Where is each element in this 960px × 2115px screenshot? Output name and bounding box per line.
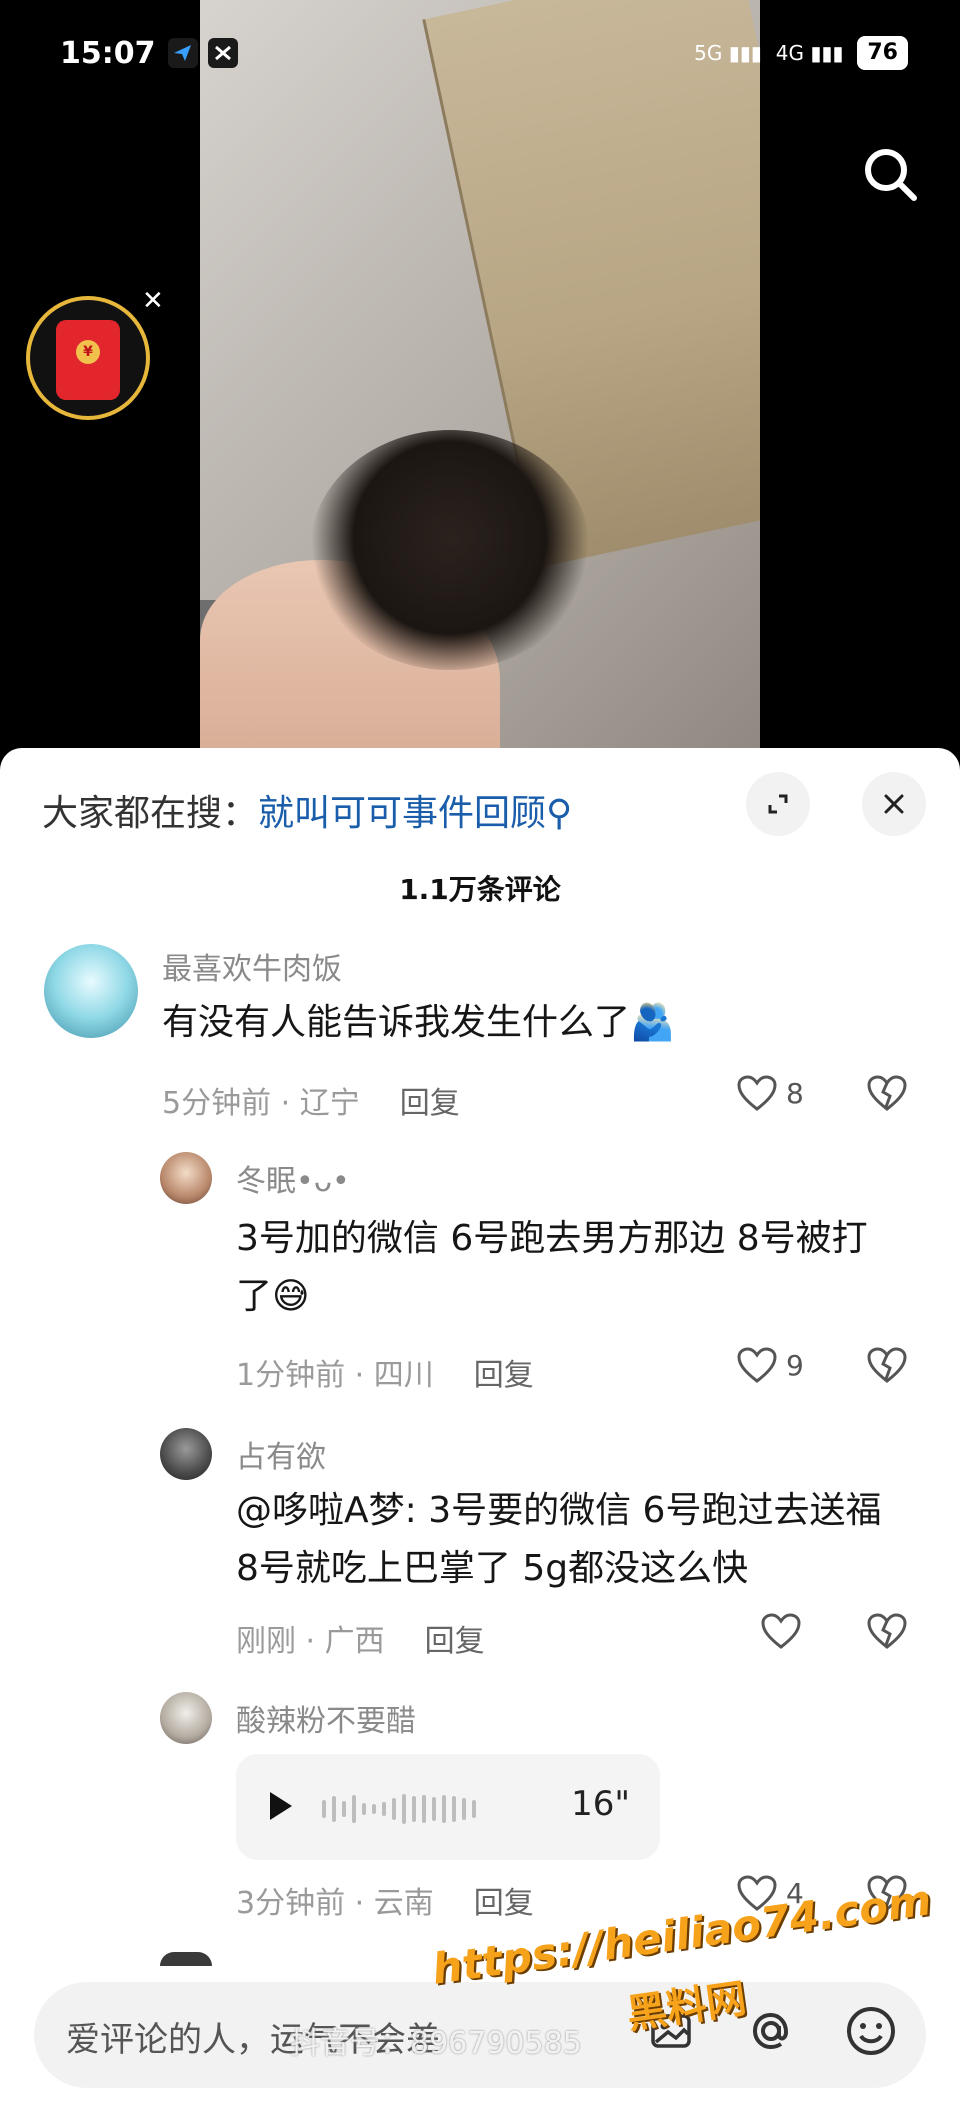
comment-count: 1.1万条评论 [399,873,561,906]
reply-button[interactable]: 回复 [400,1086,460,1121]
heart-icon [737,1075,777,1111]
comment-text: @哆啦A梦: 3号要的微信 6号跑过去送福 8号就吃上巴掌了 5g都没这么快 [236,1490,882,1589]
broken-heart-icon[interactable] [866,1612,908,1654]
close-icon[interactable] [862,772,926,836]
voice-message[interactable]: 16" [236,1754,660,1860]
like-count: 9 [786,1348,804,1382]
douyin-id-watermark: 抖音号：896790585 [290,2026,582,2061]
search-small-icon: ⚲ [546,793,573,834]
status-right: 5G ▮▮▮ 4G ▮▮▮ 76 [694,36,908,70]
battery-indicator: 76 [857,36,908,70]
like-count: 8 [786,1076,804,1110]
play-icon[interactable] [270,1792,292,1820]
broken-heart-icon[interactable] [866,1074,908,1116]
red-packet-widget[interactable]: ¥ [26,296,156,426]
comment-time: 1分钟前 · 四川 [236,1358,434,1393]
avatar[interactable] [160,1692,212,1744]
comment-meta: 3分钟前 · 云南 回复 [236,1878,534,1922]
status-app-icons [168,38,238,68]
reply-button[interactable]: 回复 [425,1624,485,1659]
hair-clump [310,430,590,670]
trending-search-link[interactable]: 就叫可可事件回顾 [258,793,546,834]
reply-button[interactable]: 回复 [474,1358,534,1393]
comment-text: 3号加的微信 6号跑去男方那边 8号被打了😅 [236,1218,868,1317]
audio-waveform [322,1794,476,1824]
comment-meta: 1分钟前 · 四川 回复 [236,1350,534,1394]
signal-5g: 5G ▮▮▮ [694,41,762,65]
comment-time: 3分钟前 · 云南 [236,1886,434,1921]
comment-author[interactable]: 酸辣粉不要醋 [236,1696,416,1740]
avatar[interactable] [44,944,138,1038]
voice-duration: 16" [571,1784,630,1824]
coin-icon: ¥ [76,340,100,364]
video-frame [200,0,760,760]
trending-search[interactable]: 大家都在搜：就叫可可事件回顾⚲ [42,784,572,836]
avatar[interactable] [160,1428,212,1480]
app-notification-icon [168,38,198,68]
comment-author[interactable]: 冬眠•ᴗ• [236,1156,350,1200]
avatar[interactable] [160,1152,212,1204]
emoji-icon[interactable] [840,2000,902,2062]
avatar[interactable] [160,1952,212,1966]
capcut-icon [208,38,238,68]
comment-text: 有没有人能告诉我发生什么了🫂 [162,1002,675,1043]
red-packet-close-icon[interactable]: ✕ [142,286,164,316]
like-button[interactable]: 8 [736,1074,804,1112]
search-icon[interactable] [856,140,926,210]
heart-icon [761,1613,801,1649]
comment-time: 5分钟前 · 辽宁 [162,1086,360,1121]
comment-author[interactable]: 占有欲 [236,1432,326,1476]
heart-icon [737,1347,777,1383]
comment-meta: 5分钟前 · 辽宁 回复 [162,1078,460,1122]
trending-search-label: 大家都在搜： [42,793,259,834]
comment-time: 刚刚 · 广西 [236,1624,385,1659]
at-icon[interactable] [740,2000,802,2062]
comment-author[interactable]: 最喜欢牛肉饭 [162,944,342,988]
like-button[interactable]: 9 [736,1346,804,1384]
comment-meta: 刚刚 · 广西 回复 [236,1616,485,1660]
like-button[interactable] [760,1612,810,1650]
broken-heart-icon[interactable] [866,1346,908,1388]
reply-button[interactable]: 回复 [474,1886,534,1921]
expand-icon[interactable] [746,772,810,836]
signal-4g: 4G ▮▮▮ [775,41,844,65]
status-time: 15:07 [60,36,156,71]
